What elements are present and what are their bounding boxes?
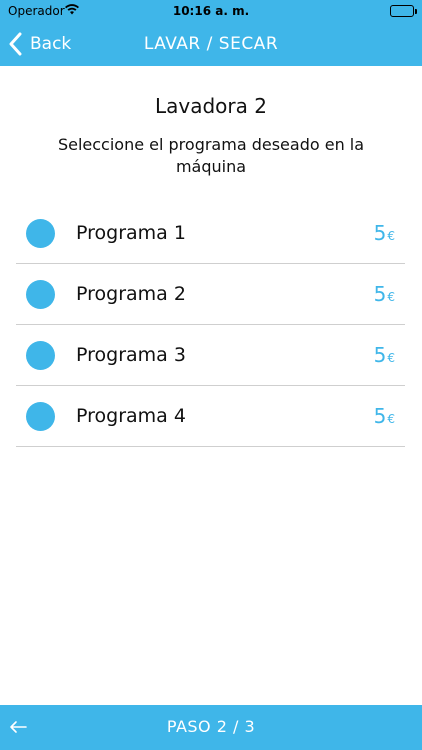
price-value: 5 bbox=[373, 404, 387, 428]
step-indicator: PASO 2 / 3 bbox=[166, 717, 256, 736]
program-name: Programa 1 bbox=[76, 222, 186, 244]
program-price: 5€ bbox=[374, 221, 395, 245]
price-value: 5 bbox=[373, 343, 387, 367]
machine-title: Lavadora 2 bbox=[155, 94, 267, 118]
clock: 10:16 a. m. bbox=[172, 4, 250, 18]
program-item[interactable]: Programa 2 5€ bbox=[16, 264, 405, 325]
program-list: Programa 1 5€ Programa 2 5€ Programa 3 5… bbox=[16, 203, 405, 447]
currency-symbol: € bbox=[387, 229, 395, 243]
footer-bar: PASO 2 / 3 bbox=[0, 705, 422, 750]
program-price: 5€ bbox=[374, 404, 395, 428]
program-name: Programa 3 bbox=[76, 344, 186, 366]
price-value: 5 bbox=[373, 221, 387, 245]
radio-icon[interactable] bbox=[26, 279, 55, 309]
price-value: 5 bbox=[373, 282, 387, 306]
radio-icon[interactable] bbox=[26, 401, 55, 431]
instruction-text: Seleccione el programa deseado en la máq… bbox=[57, 135, 365, 176]
page-title: LAVAR / SECAR bbox=[143, 34, 279, 54]
battery-icon bbox=[390, 5, 417, 17]
program-item[interactable]: Programa 3 5€ bbox=[16, 325, 405, 386]
navigation-bar: Back LAVAR / SECAR bbox=[0, 22, 422, 66]
currency-symbol: € bbox=[387, 290, 395, 304]
currency-symbol: € bbox=[387, 351, 395, 365]
program-price: 5€ bbox=[374, 343, 395, 367]
program-item[interactable]: Programa 1 5€ bbox=[16, 203, 405, 264]
status-bar: Operador 10:16 a. m. bbox=[0, 0, 422, 22]
radio-icon[interactable] bbox=[26, 218, 55, 248]
program-name: Programa 2 bbox=[76, 283, 186, 305]
radio-icon[interactable] bbox=[26, 340, 55, 370]
currency-symbol: € bbox=[387, 412, 395, 426]
program-name: Programa 4 bbox=[76, 405, 186, 427]
program-price: 5€ bbox=[374, 282, 395, 306]
program-item[interactable]: Programa 4 5€ bbox=[16, 386, 405, 447]
